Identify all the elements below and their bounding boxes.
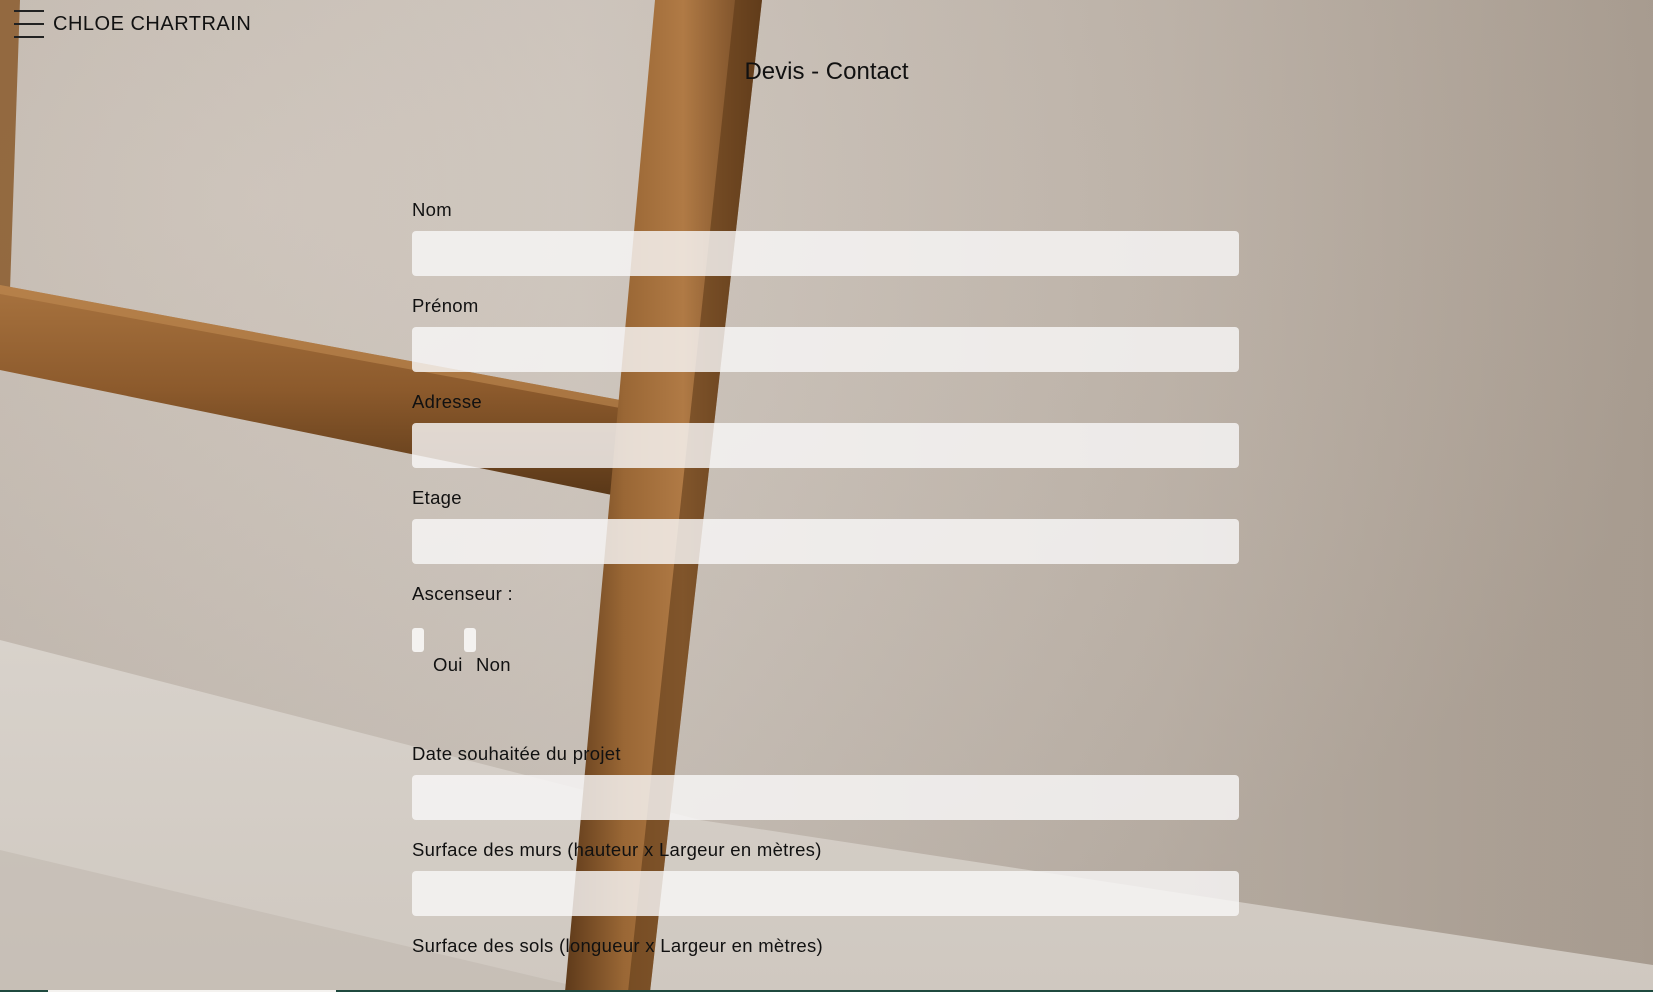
date-label: Date souhaitée du projet <box>412 743 621 764</box>
surface-sols-label: Surface des sols (longueur x Largeur en … <box>412 935 824 956</box>
etage-label: Etage <box>412 487 462 508</box>
site-header: CHLOE CHARTRAIN <box>14 10 251 38</box>
ascenseur-radio-group: Oui Non <box>412 606 1239 742</box>
quote-contact-form: Nom Prénom Adresse Etage Ascenseur : Oui… <box>412 198 1239 958</box>
ascenseur-label: Ascenseur : <box>412 583 513 604</box>
hamburger-menu-icon[interactable] <box>14 10 44 38</box>
nom-input[interactable] <box>412 231 1239 276</box>
adresse-label: Adresse <box>412 391 482 412</box>
menu-line <box>14 10 44 12</box>
brand-logo[interactable]: CHLOE CHARTRAIN <box>53 13 251 36</box>
etage-input[interactable] <box>412 519 1239 564</box>
ascenseur-non-label[interactable]: Non <box>476 654 511 676</box>
page-title: Devis - Contact <box>744 58 909 85</box>
ascenseur-oui-radio[interactable] <box>412 628 424 652</box>
ascenseur-oui-label[interactable]: Oui <box>433 654 463 676</box>
ascenseur-non-radio[interactable] <box>464 628 476 652</box>
surface-murs-label: Surface des murs (hauteur x Largeur en m… <box>412 839 822 860</box>
nom-label: Nom <box>412 199 452 220</box>
date-input[interactable] <box>412 775 1239 820</box>
surface-murs-input[interactable] <box>412 871 1239 916</box>
prenom-input[interactable] <box>412 327 1239 372</box>
adresse-input[interactable] <box>412 423 1239 468</box>
menu-line <box>14 23 44 25</box>
menu-line <box>14 36 44 38</box>
prenom-label: Prénom <box>412 295 479 316</box>
